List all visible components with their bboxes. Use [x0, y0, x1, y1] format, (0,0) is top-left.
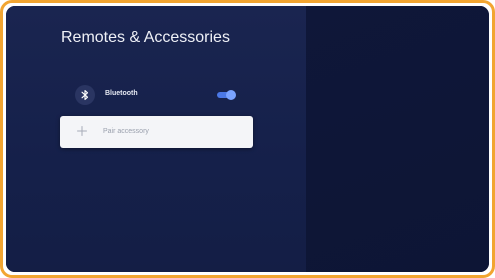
page-title: Remotes & Accessories — [61, 29, 230, 46]
bluetooth-label: Bluetooth — [105, 90, 138, 97]
content-area — [306, 6, 489, 272]
bluetooth-toggle[interactable] — [217, 90, 236, 100]
tv-screen: Remotes & Accessories Bluetooth Pair acc… — [6, 6, 489, 272]
screen-frame: Remotes & Accessories Bluetooth Pair acc… — [0, 0, 495, 278]
toggle-knob — [226, 90, 236, 100]
settings-panel: Remotes & Accessories Bluetooth Pair acc… — [6, 6, 306, 272]
pair-accessory-label: Pair accessory — [103, 128, 149, 135]
plus-icon — [77, 126, 87, 136]
pair-accessory-button[interactable]: Pair accessory — [60, 116, 253, 148]
bluetooth-row[interactable]: Bluetooth — [60, 84, 250, 106]
bluetooth-icon — [75, 85, 95, 105]
